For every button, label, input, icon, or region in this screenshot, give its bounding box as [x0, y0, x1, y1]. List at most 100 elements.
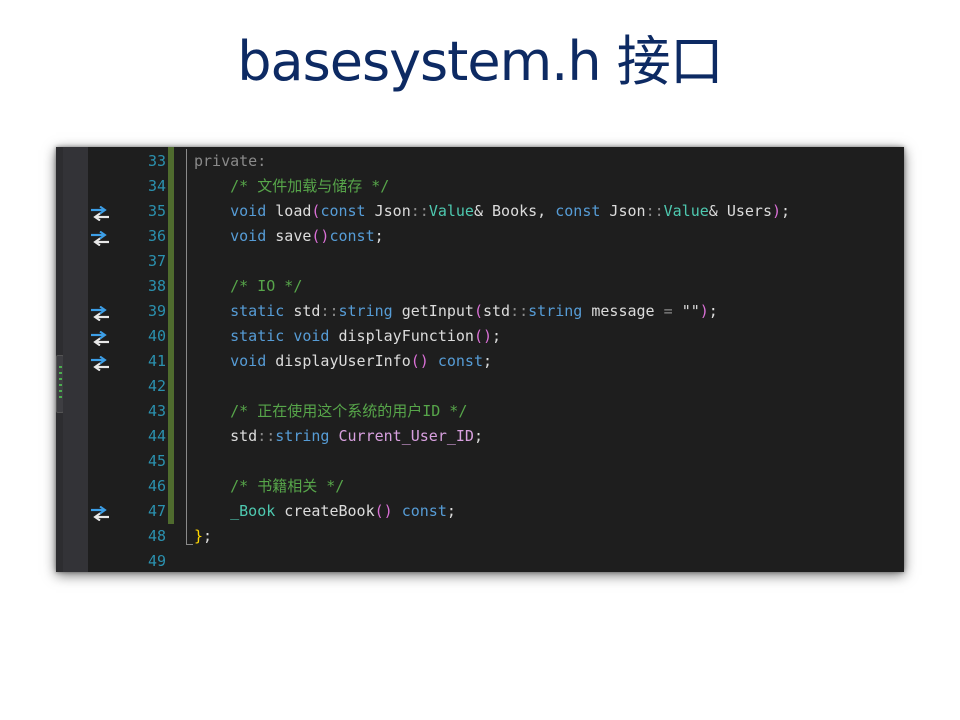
code-token: getInput: [392, 302, 474, 320]
code-line[interactable]: 36 void save()const;: [56, 224, 904, 249]
code-token: const: [555, 202, 601, 220]
code-token: }: [194, 527, 204, 545]
code-text[interactable]: void save()const;: [194, 224, 384, 249]
code-token: Current_User_ID: [338, 427, 474, 445]
code-text[interactable]: /* 正在使用这个系统的用户ID */: [194, 399, 467, 424]
code-token: ::: [257, 427, 276, 445]
code-token: message: [582, 302, 664, 320]
code-text[interactable]: std::string Current_User_ID;: [194, 424, 483, 449]
line-number: 44: [147, 427, 166, 445]
code-token: Value: [428, 202, 474, 220]
line-number: 43: [147, 402, 166, 420]
code-token: void: [230, 227, 267, 245]
line-number: 37: [147, 252, 166, 270]
code-token: =: [663, 302, 673, 320]
code-token: ;: [492, 327, 502, 345]
code-editor[interactable]: 33 private: 34 /* 文件加载与储存 */35 void load(c…: [56, 147, 904, 572]
code-line[interactable]: 39 static std::string getInput(std::stri…: [56, 299, 904, 324]
code-token: _Book: [230, 502, 276, 520]
code-line[interactable]: 44 std::string Current_User_ID;: [56, 424, 904, 449]
code-token: displayUserInfo: [266, 352, 411, 370]
code-token: const: [320, 202, 366, 220]
line-number: 38: [147, 277, 166, 295]
code-token: private: [194, 152, 258, 170]
go-to-definition-icon[interactable]: [89, 204, 111, 222]
line-number: 39: [147, 302, 166, 320]
code-token: ): [772, 202, 782, 220]
code-token: static: [230, 302, 285, 320]
line-number: 42: [147, 377, 166, 395]
go-to-definition-icon[interactable]: [89, 504, 111, 522]
code-token: (): [374, 502, 393, 520]
code-text[interactable]: _Book createBook() const;: [194, 499, 456, 524]
line-number: 45: [147, 452, 166, 470]
line-number: 40: [147, 327, 166, 345]
code-line[interactable]: 37: [56, 249, 904, 274]
code-line[interactable]: 43 /* 正在使用这个系统的用户ID */: [56, 399, 904, 424]
code-token: :: [257, 152, 267, 170]
code-token: string: [338, 302, 393, 320]
code-token: ;: [483, 352, 493, 370]
code-token: void: [230, 352, 267, 370]
code-text[interactable]: void load(const Json::Value& Books, cons…: [194, 199, 790, 224]
code-text[interactable]: };: [194, 524, 212, 549]
code-line[interactable]: 47 _Book createBook() const;: [56, 499, 904, 524]
code-line[interactable]: 38 /* IO */: [56, 274, 904, 299]
code-text[interactable]: void displayUserInfo() const;: [194, 349, 492, 374]
code-token: createBook: [275, 502, 375, 520]
code-token: /* 书籍相关 */: [194, 477, 345, 495]
code-line[interactable]: 41 void displayUserInfo() const;: [56, 349, 904, 374]
code-token: Value: [663, 202, 709, 220]
line-number: 33: [147, 152, 166, 170]
code-token: Json: [365, 202, 411, 220]
code-text[interactable]: /* 书籍相关 */: [194, 474, 344, 499]
line-number: 48: [147, 527, 166, 545]
code-token: (): [410, 352, 429, 370]
code-token: & Books,: [473, 202, 556, 220]
code-line[interactable]: 42: [56, 374, 904, 399]
code-lines[interactable]: 33 private: 34 /* 文件加载与储存 */35 void load(c…: [56, 149, 904, 572]
code-text[interactable]: static void displayFunction();: [194, 324, 501, 349]
code-token: (): [473, 327, 493, 345]
go-to-definition-icon[interactable]: [89, 229, 111, 247]
code-token: /* 文件加载与储存 */: [194, 177, 390, 195]
code-token: const: [437, 352, 483, 370]
code-text[interactable]: /* IO */: [194, 274, 302, 299]
code-token: "": [681, 302, 700, 320]
code-line[interactable]: 35 void load(const Json::Value& Books, c…: [56, 199, 904, 224]
code-line[interactable]: 34 /* 文件加载与储存 */: [56, 174, 904, 199]
code-token: Json: [600, 202, 646, 220]
code-token: ;: [708, 302, 718, 320]
go-to-definition-icon[interactable]: [89, 304, 111, 322]
code-token: /* 正在使用这个系统的用户ID */: [194, 402, 468, 420]
code-text[interactable]: /* 文件加载与储存 */: [194, 174, 389, 199]
code-token: string: [275, 427, 330, 445]
code-token: void: [293, 327, 330, 345]
code-token: std: [230, 427, 258, 445]
code-line[interactable]: 46 /* 书籍相关 */: [56, 474, 904, 499]
code-token: std: [284, 302, 321, 320]
code-line[interactable]: 40 static void displayFunction();: [56, 324, 904, 349]
code-line[interactable]: 33 private:: [56, 149, 904, 174]
code-text[interactable]: private:: [194, 149, 266, 174]
code-line[interactable]: 49: [56, 549, 904, 572]
code-token: ;: [473, 427, 483, 445]
go-to-definition-icon[interactable]: [89, 329, 111, 347]
code-text[interactable]: static std::string getInput(std::string …: [194, 299, 718, 324]
code-token: ::: [320, 302, 339, 320]
code-line[interactable]: 45: [56, 449, 904, 474]
code-token: ;: [203, 527, 213, 545]
code-token: ;: [374, 227, 384, 245]
code-token: & Users: [708, 202, 772, 220]
go-to-definition-icon[interactable]: [89, 354, 111, 372]
line-number: 49: [147, 552, 166, 570]
code-line[interactable]: 48};: [56, 524, 904, 549]
